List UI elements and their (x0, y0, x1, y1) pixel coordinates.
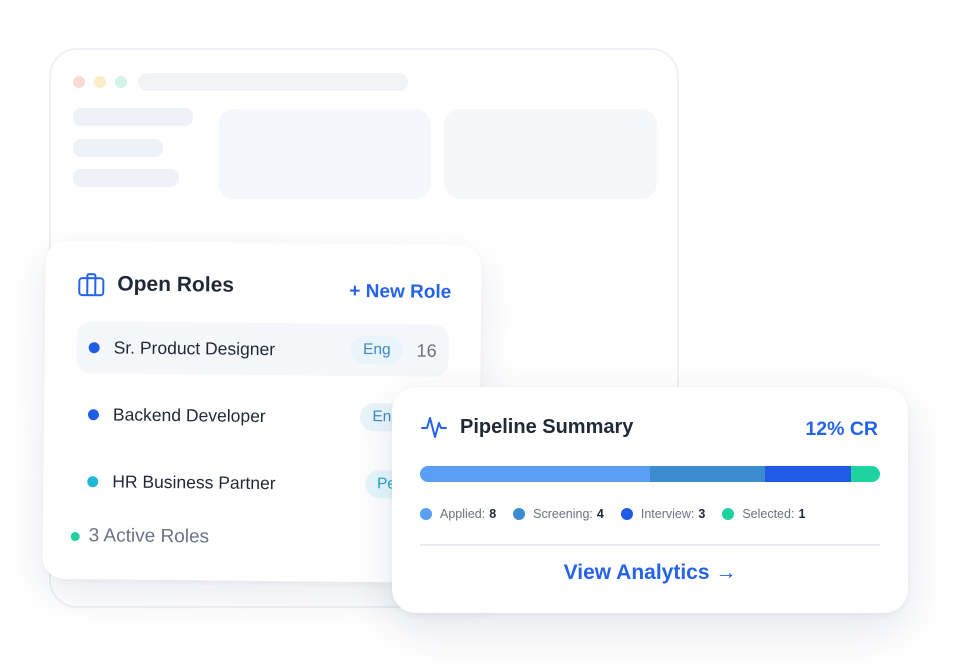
legend-value: 4 (596, 507, 604, 521)
legend-value: 1 (798, 507, 806, 521)
role-status-dot (87, 408, 100, 420)
window-minimize-dot (94, 76, 106, 88)
conversion-rate: 12% CR (805, 418, 878, 440)
new-role-button[interactable]: + New Role (349, 281, 451, 304)
pipeline-segment-3 (851, 466, 880, 482)
legend-item: Selected: 1 (722, 507, 805, 521)
legend-dot (420, 508, 432, 520)
legend-item: Interview: 3 (620, 507, 706, 521)
pipeline-stacked-bar (420, 466, 880, 482)
pipeline-segment-2 (765, 466, 852, 482)
briefcase-icon (78, 273, 105, 297)
pipeline-legend: Applied: 8 Screening: 4 Interview: 3 Selected:… (420, 507, 822, 521)
pipeline-segment-1 (650, 466, 765, 482)
role-status-dot (87, 475, 99, 487)
skeleton-line (73, 108, 193, 126)
open-roles-title: Open Roles (117, 272, 235, 297)
legend-dot (513, 508, 526, 520)
legend-dot (620, 508, 633, 520)
role-name: Backend Developer (112, 403, 266, 426)
legend-item: Screening: 4 (513, 507, 604, 521)
legend-label: Interview: (640, 507, 695, 521)
active-status-dot (70, 531, 80, 541)
role-status-dot (88, 341, 100, 353)
legend-value: 8 (489, 507, 497, 521)
skeleton-card (444, 109, 657, 199)
legend-value: 3 (698, 507, 706, 521)
address-bar-placeholder (138, 73, 408, 91)
legend-label: Selected: (742, 507, 795, 521)
skeleton-line (73, 169, 179, 187)
applicant-count: 16 (416, 340, 437, 361)
pipeline-title: Pipeline Summary (460, 415, 634, 438)
activity-pulse-icon (421, 417, 447, 438)
pipeline-summary-card: Pipeline Summary 12% CR Applied: 8 Screeni… (392, 387, 908, 613)
legend-dot (722, 508, 735, 520)
window-close-dot (73, 76, 85, 88)
legend-item: Applied: 8 (420, 507, 496, 521)
active-roles-label: 3 Active Roles (88, 525, 210, 548)
legend-label: Screening: (533, 507, 593, 521)
open-roles-header: Open Roles (77, 271, 234, 299)
skeleton-card (218, 109, 431, 199)
legend-label: Applied: (440, 507, 486, 521)
pipeline-header: Pipeline Summary (420, 413, 633, 441)
skeleton-line (73, 139, 163, 157)
role-name: Sr. Product Designer (113, 336, 276, 359)
department-chip: Eng (350, 335, 403, 365)
active-roles-summary: 3 Active Roles (70, 525, 210, 548)
divider (420, 544, 880, 546)
pipeline-segment-0 (420, 466, 650, 482)
role-row-sr-product-designer[interactable]: Sr. Product Designer Eng 16 (76, 321, 449, 377)
window-maximize-dot (115, 76, 127, 88)
view-analytics-link[interactable]: View Analytics → (392, 561, 908, 585)
role-name: HR Business Partner (112, 470, 276, 493)
